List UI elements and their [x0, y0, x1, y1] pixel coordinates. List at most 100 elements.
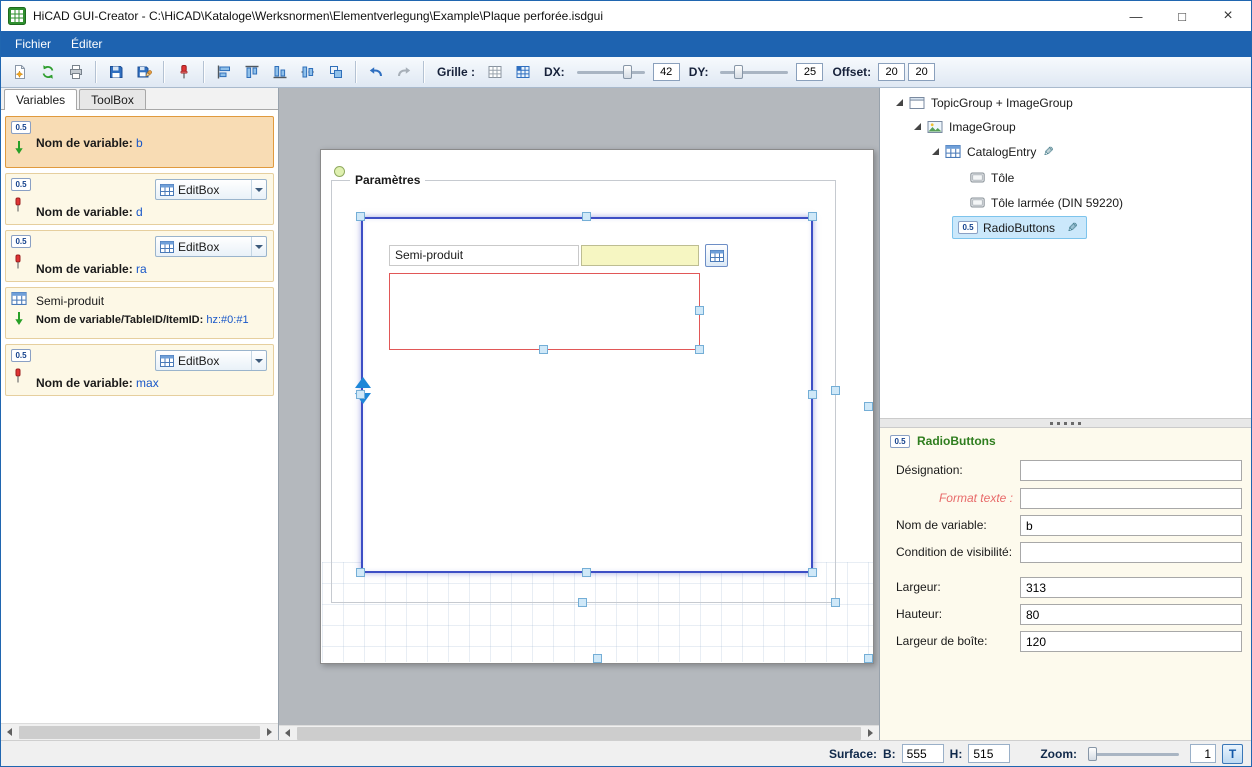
design-surface[interactable]: Paramètres Semi-produit [320, 149, 874, 664]
selection-handle[interactable] [539, 345, 548, 354]
tree-expander-icon[interactable] [896, 99, 903, 106]
chevron-down-icon[interactable] [251, 180, 266, 199]
variable-card-b[interactable]: 0.5 Nom de variable: b [5, 116, 274, 168]
selection-handle[interactable] [582, 568, 591, 577]
scrollbar-thumb[interactable] [19, 726, 260, 739]
variable-card-max[interactable]: 0.5 EditBox Nom de variable: max [5, 344, 274, 396]
tree-expander-icon[interactable] [932, 148, 939, 155]
anchor-handle[interactable] [334, 166, 345, 177]
align-center-button[interactable] [295, 60, 320, 85]
largeur-input[interactable] [1020, 577, 1242, 598]
close-button[interactable]: × [1205, 1, 1251, 31]
variable-card-d[interactable]: 0.5 EditBox Nom de variable: d [5, 173, 274, 225]
nom-de-variable-input[interactable] [1020, 515, 1242, 536]
hauteur-input[interactable] [1020, 604, 1242, 625]
align-top-button[interactable] [239, 60, 264, 85]
variable-card-ra[interactable]: 0.5 EditBox Nom de variable: ra [5, 230, 274, 282]
catalogentry-element[interactable] [361, 217, 813, 573]
tree-expander-icon[interactable] [914, 123, 921, 130]
zoom-slider-thumb[interactable] [1088, 747, 1097, 761]
scroll-right-arrow[interactable] [261, 724, 278, 741]
menu-editer[interactable]: Éditer [61, 32, 112, 56]
selection-handle[interactable] [864, 402, 873, 411]
editbox-combo[interactable]: EditBox [155, 350, 267, 371]
offset-y-input[interactable] [908, 63, 935, 81]
panel-splitter[interactable] [880, 418, 1251, 428]
selection-handle[interactable] [831, 386, 840, 395]
dx-input[interactable] [653, 63, 680, 81]
redo-button[interactable] [391, 60, 416, 85]
dx-slider[interactable] [575, 63, 647, 81]
condition-visibilite-input[interactable] [1020, 542, 1242, 563]
dy-slider[interactable] [718, 63, 790, 81]
offset-x-input[interactable] [878, 63, 905, 81]
surface-b-input[interactable] [902, 744, 944, 763]
tree-node-tole-larmee[interactable]: Tôle larmée (DIN 59220) [880, 191, 1251, 214]
designation-input[interactable] [1020, 460, 1242, 481]
editbox-combo[interactable]: EditBox [155, 236, 267, 257]
tab-variables[interactable]: Variables [4, 89, 77, 110]
selection-handle[interactable] [582, 212, 591, 221]
radiobuttons-element[interactable] [389, 273, 700, 350]
selection-handle[interactable] [831, 598, 840, 607]
table-lookup-button[interactable] [705, 244, 728, 267]
pin-button[interactable] [171, 60, 196, 85]
selection-handle[interactable] [808, 568, 817, 577]
design-canvas[interactable]: Paramètres Semi-produit [279, 88, 879, 740]
refresh-button[interactable] [35, 60, 60, 85]
scrollbar-thumb[interactable] [297, 727, 861, 740]
scroll-left-arrow[interactable] [279, 725, 296, 742]
align-bottom-button[interactable] [267, 60, 292, 85]
dy-slider-thumb[interactable] [734, 65, 743, 79]
menu-fichier[interactable]: Fichier [5, 32, 61, 56]
scroll-left-arrow[interactable] [1, 724, 18, 741]
same-size-button[interactable] [323, 60, 348, 85]
print-button[interactable] [63, 60, 88, 85]
selection-handle[interactable] [593, 654, 602, 663]
selection-handle[interactable] [864, 654, 873, 663]
grid-snap-button[interactable] [510, 60, 535, 85]
edit-pencil-icon[interactable]: ✎ [1067, 221, 1078, 234]
grid-button[interactable] [482, 60, 507, 85]
tree-node-topicgroup[interactable]: TopicGroup + ImageGroup [880, 91, 1251, 114]
chevron-down-icon[interactable] [251, 237, 266, 256]
tree-node-tole[interactable]: Tôle [880, 166, 1251, 189]
card-value: b [136, 136, 143, 150]
selection-handle[interactable] [356, 568, 365, 577]
tab-toolbox[interactable]: ToolBox [79, 89, 146, 109]
maximize-button[interactable]: □ [1159, 1, 1205, 31]
zoom-slider[interactable] [1086, 745, 1181, 763]
selection-handle[interactable] [578, 598, 587, 607]
variable-card-semi-produit[interactable]: Semi-produit Nom de variable/TableID/Ite… [5, 287, 274, 339]
minimize-button[interactable]: — [1113, 1, 1159, 31]
dy-input[interactable] [796, 63, 823, 81]
canvas-hscrollbar[interactable] [279, 725, 879, 740]
save-button[interactable] [103, 60, 128, 85]
selection-handle[interactable] [356, 390, 365, 399]
selection-handle[interactable] [695, 345, 704, 354]
tree-node-radiobuttons[interactable]: 0.5 RadioButtons ✎ [952, 216, 1087, 239]
selection-handle[interactable] [695, 306, 704, 315]
save-as-button[interactable] [131, 60, 156, 85]
tree-node-catalogentry[interactable]: CatalogEntry ✎ [880, 140, 1251, 163]
scroll-right-arrow[interactable] [862, 725, 879, 742]
edit-pencil-icon[interactable]: ✎ [1043, 145, 1054, 158]
align-left-button[interactable] [211, 60, 236, 85]
left-panel-hscrollbar[interactable] [1, 723, 278, 740]
new-button[interactable] [7, 60, 32, 85]
selection-handle[interactable] [808, 390, 817, 399]
semi-produit-value-field[interactable] [581, 245, 699, 266]
semi-produit-label-field[interactable]: Semi-produit [389, 245, 579, 266]
selection-handle[interactable] [356, 212, 365, 221]
largeur-boite-input[interactable] [1020, 631, 1242, 652]
tree-node-imagegroup[interactable]: ImageGroup [880, 115, 1251, 138]
chevron-down-icon[interactable] [251, 351, 266, 370]
selection-handle[interactable] [808, 212, 817, 221]
undo-button[interactable] [363, 60, 388, 85]
editbox-combo[interactable]: EditBox [155, 179, 267, 200]
surface-h-input[interactable] [968, 744, 1010, 763]
format-texte-input[interactable] [1020, 488, 1242, 509]
zoom-input[interactable] [1190, 744, 1216, 763]
dx-slider-thumb[interactable] [623, 65, 632, 79]
text-tool-button[interactable]: T [1222, 744, 1243, 764]
